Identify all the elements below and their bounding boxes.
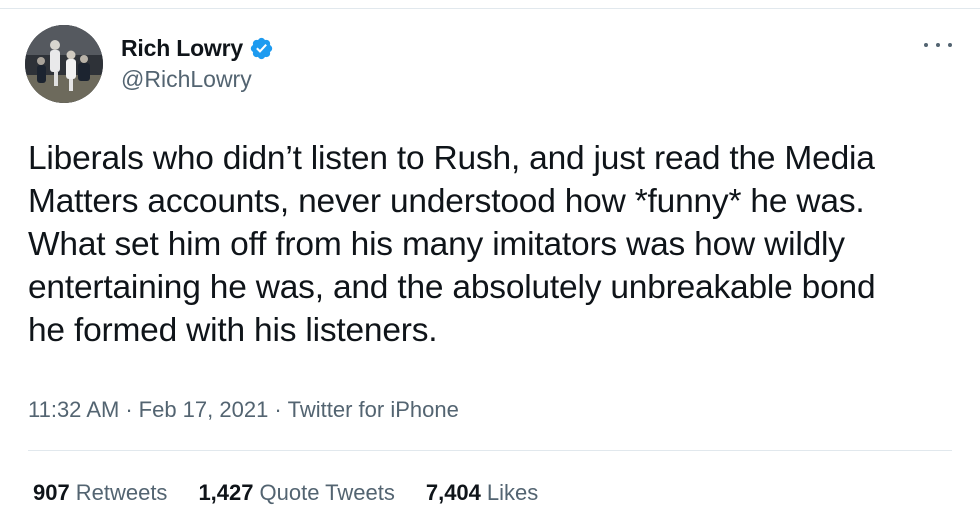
tweet-text: Liberals who didn’t listen to Rush, and … (28, 140, 876, 349)
author-handle[interactable]: @RichLowry (121, 66, 252, 93)
quote-tweets-stat[interactable]: 1,427 Quote Tweets (198, 480, 394, 506)
likes-count: 7,404 (425, 480, 481, 505)
likes-label: Likes (486, 480, 539, 505)
tweet-meta: 11:32 AM · Feb 17, 2021 · Twitter for iP… (28, 397, 459, 423)
tweet-stats: 907 Retweets 1,427 Quote Tweets 7,404 Li… (33, 480, 569, 506)
tweet-time[interactable]: 11:32 AM (28, 397, 119, 423)
quote-tweets-count: 1,427 (198, 480, 254, 505)
tweet-card: Rich Lowry @RichLowry Liberals who didn’… (0, 0, 980, 531)
meta-separator: · (274, 397, 282, 422)
avatar-photo-icon (25, 25, 103, 103)
top-border (0, 8, 980, 9)
more-dot (948, 43, 952, 47)
tweet-source[interactable]: Twitter for iPhone (288, 397, 459, 423)
author-avatar[interactable] (25, 25, 103, 103)
tweet-date[interactable]: Feb 17, 2021 (139, 397, 269, 423)
likes-stat[interactable]: 7,404 Likes (426, 480, 538, 506)
more-dot (936, 43, 940, 47)
author-display-name[interactable]: Rich Lowry (121, 35, 243, 62)
retweets-count: 907 (33, 480, 70, 505)
stats-divider (28, 450, 952, 451)
retweets-label: Retweets (75, 480, 168, 505)
retweets-stat[interactable]: 907 Retweets (33, 480, 167, 506)
quote-tweets-label: Quote Tweets (259, 480, 395, 505)
verified-badge-icon (249, 36, 274, 61)
more-dot (924, 43, 928, 47)
meta-separator: · (125, 397, 133, 422)
author-name-row[interactable]: Rich Lowry (121, 33, 274, 63)
more-options-icon[interactable] (924, 35, 952, 55)
